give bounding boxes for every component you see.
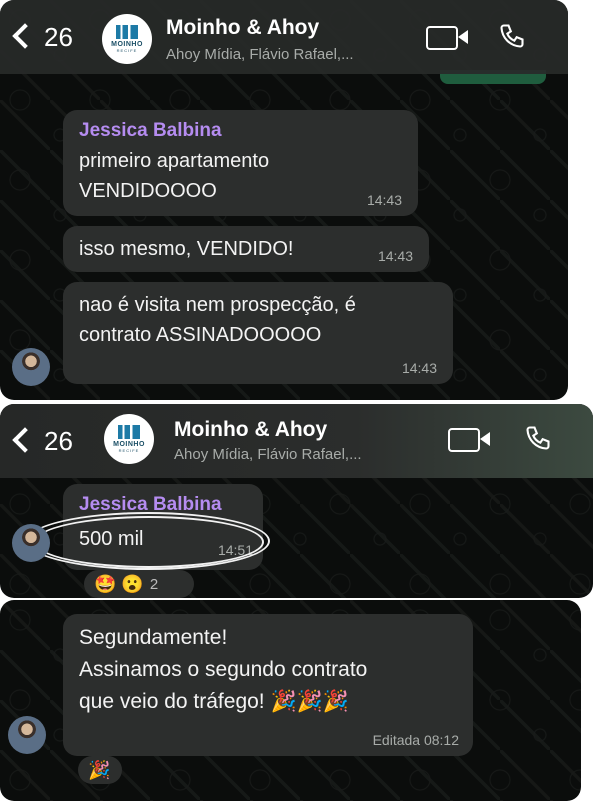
video-call-icon[interactable]	[448, 428, 490, 452]
unread-count: 26	[44, 426, 73, 456]
chevron-left-icon	[12, 23, 38, 49]
message-bubble[interactable]: isso mesmo, VENDIDO! 14:43	[63, 226, 429, 272]
group-members: Ahoy Mídia, Flávio Rafael,...	[166, 46, 354, 63]
message-text: primeiro apartamento	[79, 150, 270, 172]
logo-subtext: RECIFE	[116, 48, 138, 53]
message-text: que veio do tráfego! 🎉🎉🎉	[79, 690, 349, 713]
back-button[interactable]: 26	[12, 22, 73, 53]
logo-text: MOINHO	[113, 441, 145, 448]
group-name[interactable]: Moinho & Ahoy	[166, 16, 319, 40]
message-text: isso mesmo, VENDIDO!	[79, 238, 294, 260]
message-bubble[interactable]: Segundamente! Assinamos o segundo contra…	[63, 614, 473, 756]
chat-screenshot-3: Segundamente! Assinamos o segundo contra…	[0, 600, 581, 801]
message-time: 14:43	[366, 192, 402, 208]
group-avatar[interactable]: MOINHO RECIFE	[102, 14, 152, 64]
chat-header: 26 MOINHO RECIFE Moinho & Ahoy Ahoy Mídi…	[0, 404, 593, 478]
message-bubble[interactable]: Jessica Balbina primeiro apartamento VEN…	[63, 110, 418, 216]
message-text: Assinamos o segundo contrato	[79, 658, 368, 681]
group-avatar[interactable]: MOINHO RECIFE	[104, 414, 154, 464]
message-reactions[interactable]: 🤩 😮 2	[84, 570, 194, 598]
unread-count: 26	[44, 22, 73, 52]
group-name[interactable]: Moinho & Ahoy	[174, 418, 327, 442]
phone-call-icon[interactable]	[524, 424, 552, 452]
message-time: 14:43	[401, 360, 437, 376]
message-bubble[interactable]: nao é visita nem prospecção, é contrato …	[63, 282, 453, 384]
chevron-left-icon	[12, 427, 38, 453]
highlight-circle	[34, 516, 264, 568]
sender-name: Jessica Balbina	[79, 120, 222, 141]
message-time: 14:43	[377, 248, 413, 264]
message-time: Editada 08:12	[372, 732, 459, 748]
building-logo-icon	[116, 25, 138, 39]
chat-screenshot-1: 26 MOINHO RECIFE Moinho & Ahoy Ahoy Mídi…	[0, 0, 568, 400]
message-text: contrato ASSINADOOOOO	[79, 324, 322, 346]
back-button[interactable]: 26	[12, 426, 73, 457]
sender-avatar[interactable]	[8, 716, 46, 754]
reaction-count: 2	[149, 575, 159, 593]
chat-header: 26 MOINHO RECIFE Moinho & Ahoy Ahoy Mídi…	[0, 0, 568, 74]
phone-call-icon[interactable]	[498, 22, 526, 50]
video-call-icon[interactable]	[426, 26, 468, 50]
message-text: Segundamente!	[79, 626, 228, 649]
message-reactions[interactable]: 🎉	[78, 756, 122, 784]
sender-avatar[interactable]	[12, 348, 50, 386]
reaction-emojis: 🤩 😮	[94, 573, 144, 594]
logo-text: MOINHO	[111, 41, 143, 48]
reaction-emojis: 🎉	[88, 759, 111, 780]
message-text: nao é visita nem prospecção, é	[79, 294, 356, 316]
group-members: Ahoy Mídia, Flávio Rafael,...	[174, 446, 362, 463]
chat-screenshot-2: 26 MOINHO RECIFE Moinho & Ahoy Ahoy Mídi…	[0, 404, 593, 598]
logo-subtext: RECIFE	[118, 448, 140, 453]
sender-avatar[interactable]	[12, 524, 50, 562]
message-text: VENDIDOOOO	[79, 180, 217, 202]
building-logo-icon	[118, 425, 140, 439]
